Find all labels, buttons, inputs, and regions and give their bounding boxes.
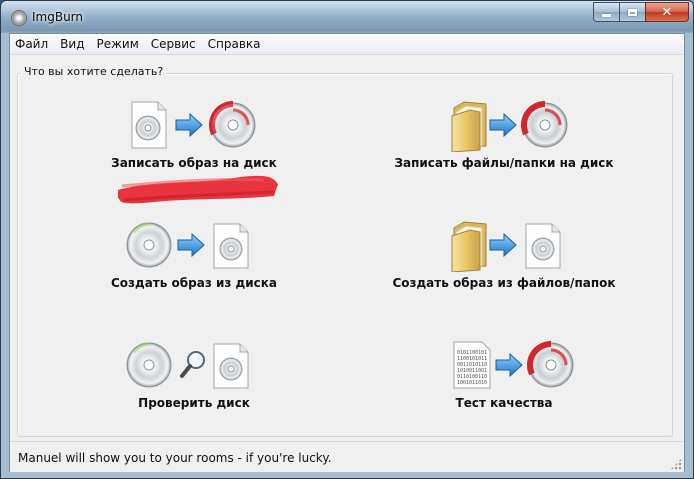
resize-grip-icon[interactable] — [670, 458, 682, 470]
status-text: Manuel will show you to your rooms - if … — [18, 451, 332, 465]
magnifier-icon — [180, 351, 205, 378]
action-icons — [44, 340, 344, 392]
maximize-icon — [628, 8, 637, 16]
menu-tools[interactable]: Сервис — [145, 34, 202, 54]
image-file-icon — [213, 343, 249, 389]
close-button[interactable]: ✕ — [645, 2, 689, 22]
action-label: Создать образ из файлов/папок — [392, 276, 616, 290]
write-files-to-disc-action[interactable]: Записать файлы/папки на диск — [354, 100, 654, 170]
arrow-right-icon — [175, 112, 203, 138]
quality-test-action[interactable]: 0101100101 1100101011 0011010110 1010011… — [354, 340, 654, 410]
action-icon-strip — [126, 342, 249, 389]
arrow-right-icon — [177, 232, 205, 258]
caption-buttons: ✕ — [593, 2, 689, 24]
action-icons: 0101100101 1100101011 0011010110 1010011… — [354, 340, 654, 392]
window-title: ImgBurn — [32, 10, 84, 24]
redaction-scribble — [118, 175, 278, 204]
groupbox-legend: Что вы хотите сделать? — [21, 65, 167, 78]
menu-bar: Файл Вид Режим Сервис Справка — [10, 34, 684, 55]
folder-icon — [451, 101, 487, 153]
disc-icon — [126, 342, 172, 388]
data-page-icon: 0101100101 1100101011 0011010110 1010011… — [453, 341, 491, 389]
verify-disc-action[interactable]: Проверить диск — [44, 340, 344, 410]
action-icon-strip — [126, 222, 249, 269]
title-bar[interactable]: ImgBurn ✕ — [1, 1, 693, 33]
action-icon-strip — [131, 100, 256, 149]
burn-disc-icon — [209, 100, 256, 148]
action-icons — [354, 220, 654, 273]
arrow-right-icon — [489, 112, 517, 138]
action-icons — [44, 100, 344, 152]
close-icon: ✕ — [661, 4, 673, 20]
disc-icon — [126, 222, 172, 268]
menu-file[interactable]: Файл — [10, 34, 54, 54]
disc-burn-icon[interactable] — [11, 10, 27, 26]
burn-disc-icon — [521, 100, 568, 148]
write-image-to-disc-action[interactable]: Записать образ на диск — [44, 100, 344, 170]
menu-help[interactable]: Справка — [202, 34, 267, 54]
menu-view[interactable]: Вид — [54, 34, 90, 54]
svg-text:1001011010: 1001011010 — [457, 380, 487, 386]
imgburn-window: ImgBurn ✕ Файл Вид Режим Сервис Справка … — [0, 0, 694, 479]
arrow-right-icon — [495, 352, 523, 378]
action-icon-strip — [451, 221, 561, 273]
maximize-button[interactable] — [619, 2, 645, 22]
image-file-icon — [131, 101, 167, 149]
action-label: Проверить диск — [138, 396, 250, 410]
image-file-icon — [525, 223, 561, 269]
folder-icon — [451, 221, 487, 273]
minimize-button[interactable] — [593, 2, 619, 22]
create-image-from-disc-action[interactable]: Создать образ из диска — [44, 220, 344, 290]
action-label: Создать образ из диска — [110, 276, 277, 290]
client-area: Файл Вид Режим Сервис Справка Что вы хот… — [9, 33, 685, 472]
action-label: Тест качества — [455, 396, 553, 410]
menu-mode[interactable]: Режим — [90, 34, 144, 54]
status-bar: Manuel will show you to your rooms - if … — [10, 441, 684, 472]
create-image-from-files-action[interactable]: Создать образ из файлов/папок — [354, 220, 654, 290]
burn-disc-icon — [527, 340, 574, 388]
action-icons — [354, 100, 654, 153]
arrow-right-icon — [489, 232, 517, 258]
image-file-icon — [213, 223, 249, 269]
action-icon-strip: 0101100101 1100101011 0011010110 1010011… — [453, 340, 574, 389]
action-icons — [44, 220, 344, 272]
minimize-icon — [602, 13, 611, 17]
action-label: Записать файлы/папки на диск — [394, 156, 614, 170]
action-label: Записать образ на диск — [111, 156, 277, 170]
action-icon-strip — [451, 100, 568, 153]
